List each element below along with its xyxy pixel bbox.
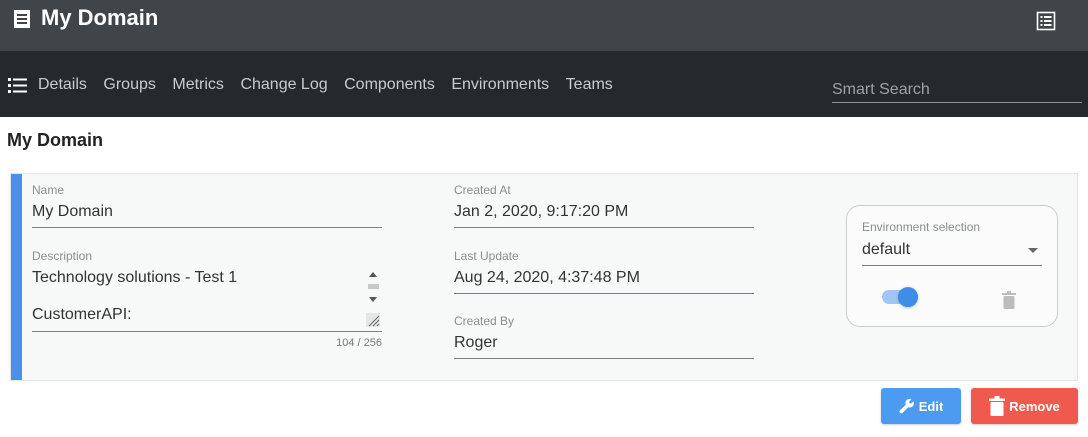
scroll-up-icon[interactable] [369, 272, 377, 277]
scroll-down-icon[interactable] [369, 297, 377, 302]
created-by-field: Created By Roger [454, 314, 754, 359]
description-textarea[interactable]: Technology solutions - Test 1 CustomerAP… [32, 269, 382, 331]
list-view-icon[interactable] [1036, 11, 1056, 31]
resize-grip-icon[interactable] [366, 313, 380, 327]
remove-button[interactable]: Remove [971, 388, 1078, 424]
created-at-field: Created At Jan 2, 2020, 9:17:20 PM [454, 183, 754, 228]
last-update-underline [454, 293, 754, 294]
menu-icon[interactable] [8, 78, 27, 93]
card-accent-bar [11, 174, 22, 380]
tab-environments[interactable]: Environments [451, 76, 549, 94]
tab-details[interactable]: Details [38, 76, 87, 94]
app-title: My Domain [41, 5, 159, 30]
remove-button-label: Remove [1009, 398, 1060, 414]
wrench-icon [899, 398, 914, 414]
nav-tabs: Details Groups Metrics Change Log Compon… [38, 76, 629, 94]
name-field[interactable]: Name My Domain [32, 183, 382, 228]
last-update-field: Last Update Aug 24, 2020, 4:37:48 PM [454, 249, 754, 294]
created-at-value: Jan 2, 2020, 9:17:20 PM [454, 203, 629, 220]
environment-label: Environment selection [862, 220, 981, 234]
description-value: Technology solutions - Test 1 CustomerAP… [32, 269, 238, 323]
tab-metrics[interactable]: Metrics [172, 76, 224, 94]
name-value: My Domain [32, 203, 113, 220]
created-at-underline [454, 227, 754, 228]
created-at-label: Created At [454, 183, 511, 197]
chevron-down-icon[interactable] [1028, 248, 1038, 253]
created-by-underline [454, 358, 754, 359]
document-icon [14, 10, 30, 28]
trash-icon[interactable] [1002, 291, 1016, 309]
tab-groups[interactable]: Groups [103, 76, 155, 94]
trash-icon [989, 396, 1006, 416]
scroll-thumb[interactable] [368, 284, 379, 289]
environment-underline [862, 265, 1042, 266]
name-underline [32, 227, 382, 228]
tab-change-log[interactable]: Change Log [240, 76, 327, 94]
description-underline [32, 331, 382, 332]
toggle-knob[interactable] [898, 287, 918, 307]
created-by-value: Roger [454, 334, 498, 351]
created-by-label: Created By [454, 314, 515, 328]
environment-selection-panel: Environment selection default [846, 205, 1058, 327]
description-char-counter: 104 / 256 [336, 337, 382, 349]
tab-components[interactable]: Components [344, 76, 435, 94]
edit-button-label: Edit [918, 398, 944, 414]
last-update-label: Last Update [454, 249, 519, 263]
environment-select[interactable]: default [862, 241, 910, 259]
app-header: My Domain [0, 0, 1088, 51]
last-update-value: Aug 24, 2020, 4:37:48 PM [454, 269, 640, 286]
tab-teams[interactable]: Teams [566, 76, 613, 94]
description-label: Description [32, 249, 93, 263]
smart-search-input[interactable] [832, 77, 1082, 103]
nav-bar: Details Groups Metrics Change Log Compon… [0, 51, 1088, 117]
description-label-wrap: Description [32, 249, 382, 263]
description-scrollbar[interactable] [365, 270, 382, 329]
environment-toggle[interactable] [882, 287, 918, 307]
name-label: Name [32, 183, 65, 197]
page-title: My Domain [7, 130, 104, 150]
domain-details-card: Name My Domain Description Technology so… [10, 173, 1078, 381]
edit-button[interactable]: Edit [881, 388, 961, 424]
